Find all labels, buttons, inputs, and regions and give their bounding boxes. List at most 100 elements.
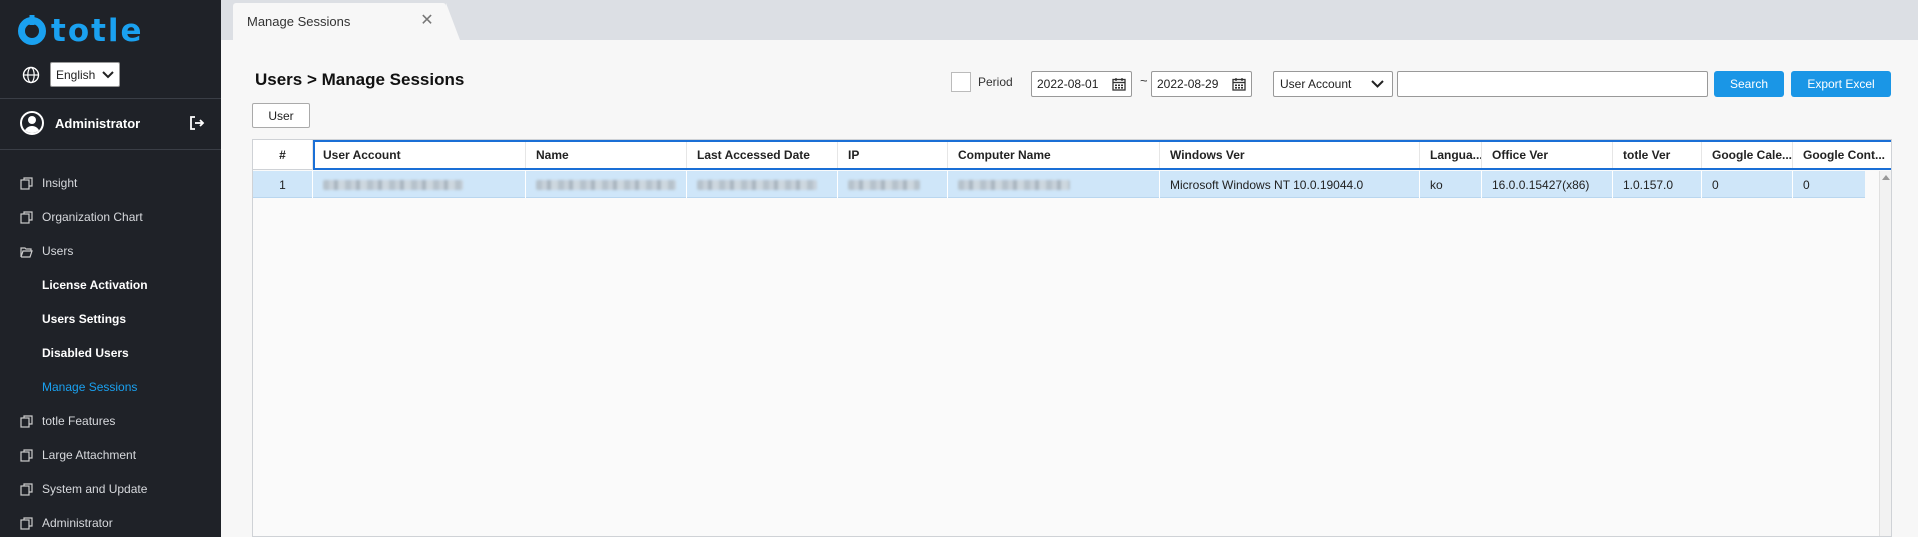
search-input[interactable] [1397,71,1708,97]
redacted-text [536,179,676,190]
cell-last-accessed-date [687,171,838,198]
column-header-totle-ver[interactable]: totle Ver [1613,140,1702,170]
cell-language: ko [1420,171,1482,198]
cell-google-calendar: 0 [1702,171,1793,198]
admin-name: Administrator [55,115,141,131]
column-header-last-accessed-date[interactable]: Last Accessed Date [687,140,838,170]
sidebar-item-label: License Activation [42,278,148,292]
cell-index: 1 [253,171,313,198]
redacted-text [323,179,463,190]
sidebar-item-large-attachment[interactable]: Large Attachment [0,438,221,472]
cell-computer-name [948,171,1160,198]
sidebar-item-label: Organization Chart [42,210,143,224]
logo[interactable]: totle [18,14,144,48]
chevron-down-icon [1371,80,1384,88]
cell-user-account [313,171,526,198]
sidebar-item-label: totle Features [42,414,116,428]
grid-header: # User Account Name Last Accessed Date I… [253,140,1891,170]
column-header-office-ver[interactable]: Office Ver [1482,140,1613,170]
page-title: Users > Manage Sessions [255,70,465,89]
folder-open-icon [20,246,33,258]
sidebar-item-manage-sessions[interactable]: Manage Sessions [0,370,221,404]
sidebar-item-administrator[interactable]: Administrator [0,506,221,537]
search-field-value: User Account [1280,77,1352,91]
date-to-input[interactable]: 2022-08-29 [1151,71,1252,97]
close-icon[interactable]: ✕ [420,13,434,29]
column-header-windows-ver[interactable]: Windows Ver [1160,140,1420,170]
sidebar-item-totle-features[interactable]: totle Features [0,404,221,438]
avatar [20,111,44,135]
redacted-text [848,179,920,190]
tab-bar: Manage Sessions ✕ [221,0,1918,40]
divider [0,98,221,99]
sidebar-nav: Insight Organization Chart Users License… [0,166,221,537]
sidebar-item-users-settings[interactable]: Users Settings [0,302,221,336]
sidebar-item-label: Disabled Users [42,346,129,360]
logout-icon[interactable] [189,115,205,131]
scroll-up-icon[interactable] [1882,175,1890,180]
column-header-user-account[interactable]: User Account [313,140,526,170]
cell-office-ver: 16.0.0.15427(x86) [1482,171,1613,198]
globe-icon [22,66,40,83]
logo-text: totle [51,13,144,49]
column-header-language[interactable]: Langua... [1420,140,1482,170]
period-checkbox[interactable] [951,72,971,92]
page-icon [20,176,33,190]
table-row[interactable]: 1 Microsoft Windows NT 10.0.19044.0 ko 1… [253,171,1865,198]
sessions-grid: # User Account Name Last Accessed Date I… [252,139,1892,537]
cell-windows-ver: Microsoft Windows NT 10.0.19044.0 [1160,171,1420,198]
calendar-icon[interactable] [1232,77,1246,91]
sidebar-item-users[interactable]: Users [0,234,221,268]
divider [0,149,221,150]
cell-totle-ver: 1.0.157.0 [1613,171,1702,198]
sidebar-item-license-activation[interactable]: License Activation [0,268,221,302]
sidebar: totle English Administrator Insight Orga… [0,0,221,537]
sidebar-item-label: Users [42,244,74,258]
export-excel-button[interactable]: Export Excel [1791,71,1891,97]
sidebar-item-insight[interactable]: Insight [0,166,221,200]
column-header-name[interactable]: Name [526,140,687,170]
vertical-scrollbar[interactable] [1879,171,1891,536]
user-button[interactable]: User [252,103,310,128]
redacted-text [697,179,817,190]
date-separator: ~ [1140,73,1148,88]
tab-label: Manage Sessions [247,14,351,29]
sidebar-item-label: Users Settings [42,312,127,326]
tab-manage-sessions[interactable]: Manage Sessions ✕ [233,3,460,40]
calendar-icon[interactable] [1112,77,1126,91]
period-label: Period [978,75,1013,89]
logo-mark-icon [18,17,46,45]
page-icon [20,516,33,530]
column-header-index[interactable]: # [253,140,313,170]
language-select[interactable]: English [50,62,120,87]
sidebar-item-label: System and Update [42,482,148,496]
date-from-value: 2022-08-01 [1037,77,1099,91]
sidebar-item-organization-chart[interactable]: Organization Chart [0,200,221,234]
sidebar-item-system-and-update[interactable]: System and Update [0,472,221,506]
main-content: Users > Manage Sessions Period 2022-08-0… [221,40,1918,537]
column-header-computer-name[interactable]: Computer Name [948,140,1160,170]
chevron-down-icon [102,70,114,78]
page-icon [20,210,33,224]
date-from-input[interactable]: 2022-08-01 [1031,71,1132,97]
column-header-google-calendar[interactable]: Google Cale... [1702,140,1793,170]
sidebar-item-label: Manage Sessions [42,380,138,394]
search-button[interactable]: Search [1714,71,1784,97]
cell-ip [838,171,948,198]
sidebar-item-label: Insight [42,176,78,190]
search-field-select[interactable]: User Account [1273,71,1393,97]
language-row: English [22,62,120,87]
redacted-text [958,179,1070,190]
date-to-value: 2022-08-29 [1157,77,1219,91]
column-header-google-contacts[interactable]: Google Cont... [1793,140,1891,170]
page-icon [20,414,33,428]
page-icon [20,448,33,462]
language-value: English [56,67,96,82]
cell-name [526,171,687,198]
page-icon [20,482,33,496]
sidebar-item-disabled-users[interactable]: Disabled Users [0,336,221,370]
column-header-ip[interactable]: IP [838,140,948,170]
sidebar-item-label: Large Attachment [42,448,137,462]
admin-profile: Administrator [20,110,205,136]
sidebar-item-label: Administrator [42,516,113,530]
